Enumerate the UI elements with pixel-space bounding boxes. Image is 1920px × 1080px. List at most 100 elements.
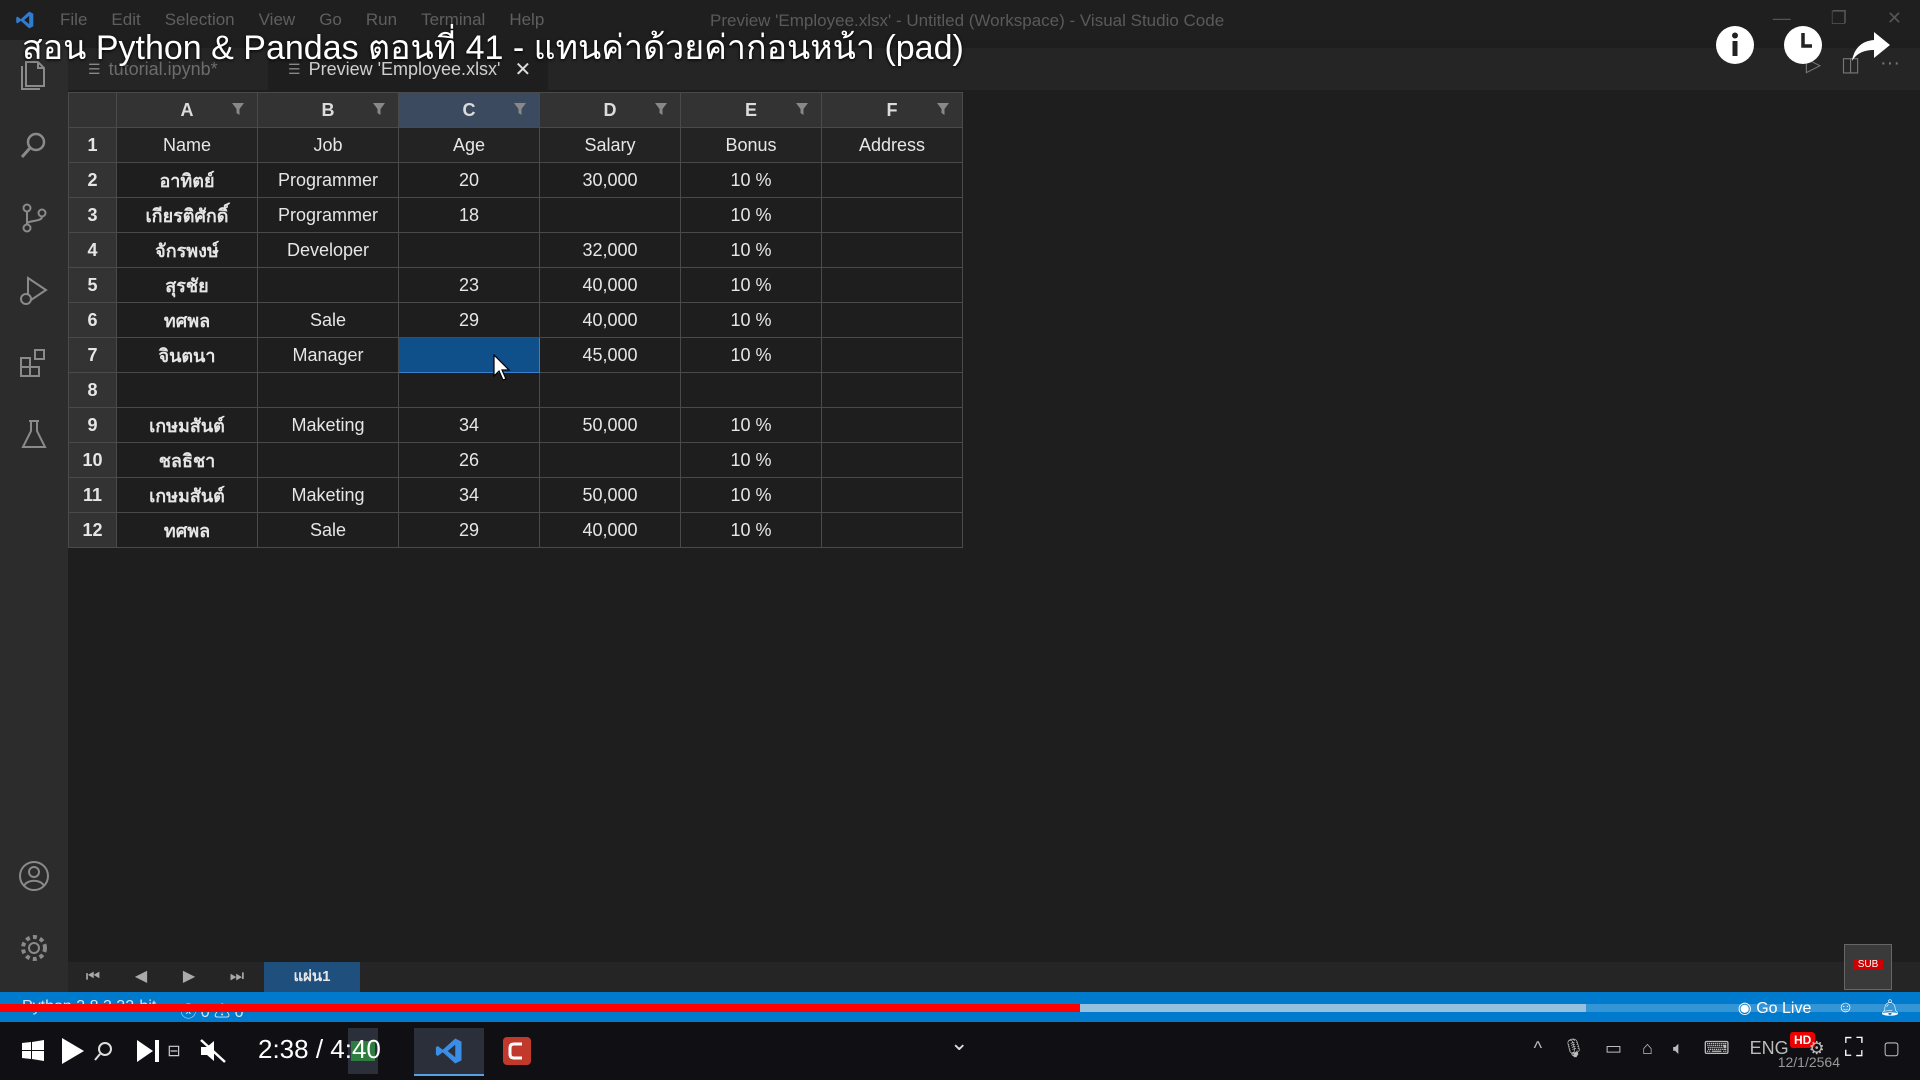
last-sheet-icon[interactable]: ⏭ <box>226 966 248 988</box>
cell-c1[interactable]: Age <box>398 127 540 163</box>
share-icon[interactable] <box>1850 24 1892 66</box>
windows-start-icon[interactable] <box>18 1032 48 1070</box>
cell-f11[interactable] <box>821 477 963 513</box>
next-video-icon[interactable] <box>134 1032 164 1070</box>
cell-e2[interactable]: 10 % <box>680 162 822 198</box>
cell-b3[interactable]: Programmer <box>257 197 399 233</box>
cell-e1[interactable]: Bonus <box>680 127 822 163</box>
row-header[interactable]: 1 <box>68 127 117 163</box>
cell-b12[interactable]: Sale <box>257 512 399 548</box>
row-header[interactable]: 12 <box>68 512 117 548</box>
chevron-down-icon[interactable]: ⌄ <box>950 1030 968 1056</box>
cell-a9[interactable]: เกษมสันต์ <box>116 407 258 443</box>
cell-c3[interactable]: 18 <box>398 197 540 233</box>
microphone-icon[interactable]: 🎙︎ <box>1562 1038 1585 1059</box>
filter-icon[interactable] <box>231 101 245 117</box>
extensions-icon[interactable] <box>16 344 52 380</box>
cell-b8[interactable] <box>257 372 399 408</box>
cell-d4[interactable]: 32,000 <box>539 232 681 268</box>
cell-c10[interactable]: 26 <box>398 442 540 478</box>
cell-a12[interactable]: ทศพล <box>116 512 258 548</box>
cell-a10[interactable]: ชลธิชา <box>116 442 258 478</box>
cell-f6[interactable] <box>821 302 963 338</box>
row-header[interactable]: 2 <box>68 162 117 198</box>
cell-d6[interactable]: 40,000 <box>539 302 681 338</box>
cell-d1[interactable]: Salary <box>539 127 681 163</box>
sheet-tab[interactable]: แผ่น1 <box>264 962 360 992</box>
cell-c11[interactable]: 34 <box>398 477 540 513</box>
run-debug-icon[interactable] <box>16 272 52 308</box>
cell-a3[interactable]: เกียรติศักดิ์ <box>116 197 258 233</box>
cell-e9[interactable]: 10 % <box>680 407 822 443</box>
filter-icon[interactable] <box>795 101 809 117</box>
row-header[interactable]: 10 <box>68 442 117 478</box>
cell-d2[interactable]: 30,000 <box>539 162 681 198</box>
cell-a7[interactable]: จินตนา <box>116 337 258 373</box>
cell-d5[interactable]: 40,000 <box>539 267 681 303</box>
column-header-b[interactable]: B <box>257 92 399 128</box>
cell-e12[interactable]: 10 % <box>680 512 822 548</box>
battery-icon[interactable]: ▭ <box>1605 1038 1622 1059</box>
cell-c5[interactable]: 23 <box>398 267 540 303</box>
first-sheet-icon[interactable]: ⏮ <box>82 966 104 988</box>
cell-b9[interactable]: Maketing <box>257 407 399 443</box>
cell-a8[interactable] <box>116 372 258 408</box>
cell-f8[interactable] <box>821 372 963 408</box>
volume-icon[interactable]: 🔈︎ <box>1673 1038 1684 1059</box>
cell-e11[interactable]: 10 % <box>680 477 822 513</box>
cell-a2[interactable]: อาทิตย์ <box>116 162 258 198</box>
cell-b2[interactable]: Programmer <box>257 162 399 198</box>
filter-icon[interactable] <box>654 101 668 117</box>
cell-e4[interactable]: 10 % <box>680 232 822 268</box>
next-sheet-icon[interactable]: ▶ <box>178 966 200 988</box>
prev-sheet-icon[interactable]: ◀ <box>130 966 152 988</box>
cell-b5[interactable] <box>257 267 399 303</box>
info-icon[interactable] <box>1714 24 1756 66</box>
cell-b7[interactable]: Manager <box>257 337 399 373</box>
row-header[interactable]: 5 <box>68 267 117 303</box>
cell-e5[interactable]: 10 % <box>680 267 822 303</box>
cell-c12[interactable]: 29 <box>398 512 540 548</box>
row-header[interactable]: 6 <box>68 302 117 338</box>
row-header[interactable]: 3 <box>68 197 117 233</box>
column-header-f[interactable]: F <box>821 92 963 128</box>
filter-icon[interactable] <box>513 101 527 117</box>
row-header[interactable]: 7 <box>68 337 117 373</box>
cell-f12[interactable] <box>821 512 963 548</box>
fullscreen-exit-icon[interactable]: ⛶ <box>1845 1032 1863 1064</box>
cell-b4[interactable]: Developer <box>257 232 399 268</box>
cell-a6[interactable]: ทศพล <box>116 302 258 338</box>
cell-d3[interactable] <box>539 197 681 233</box>
mute-icon[interactable] <box>198 1032 228 1070</box>
cell-a11[interactable]: เกษมสันต์ <box>116 477 258 513</box>
cell-f5[interactable] <box>821 267 963 303</box>
cell-f2[interactable] <box>821 162 963 198</box>
cell-e10[interactable]: 10 % <box>680 442 822 478</box>
subscribe-watermark[interactable]: SUB <box>1844 944 1892 990</box>
source-control-icon[interactable] <box>16 200 52 236</box>
row-header[interactable]: 9 <box>68 407 117 443</box>
cell-a5[interactable]: สุรชัย <box>116 267 258 303</box>
cell-c9[interactable]: 34 <box>398 407 540 443</box>
column-header-e[interactable]: E <box>680 92 822 128</box>
cell-a4[interactable]: จักรพงษ์ <box>116 232 258 268</box>
column-header-a[interactable]: A <box>116 92 258 128</box>
cell-d8[interactable] <box>539 372 681 408</box>
task-view-icon[interactable]: ⊟ <box>164 1032 184 1070</box>
search-icon[interactable] <box>16 128 52 164</box>
cell-a1[interactable]: Name <box>116 127 258 163</box>
column-header-d[interactable]: D <box>539 92 681 128</box>
cell-f10[interactable] <box>821 442 963 478</box>
cell-f1[interactable]: Address <box>821 127 963 163</box>
row-header[interactable]: 4 <box>68 232 117 268</box>
cell-f7[interactable] <box>821 337 963 373</box>
cell-e3[interactable]: 10 % <box>680 197 822 233</box>
video-title[interactable]: สอน Python & Pandas ตอนที่ 41 - แทนค่าด้… <box>22 20 964 74</box>
cell-b6[interactable]: Sale <box>257 302 399 338</box>
tray-expand-icon[interactable]: ^ <box>1534 1038 1542 1059</box>
filter-icon[interactable] <box>372 101 386 117</box>
cell-b1[interactable]: Job <box>257 127 399 163</box>
cell-c7[interactable] <box>398 337 540 373</box>
cell-e8[interactable] <box>680 372 822 408</box>
cell-f3[interactable] <box>821 197 963 233</box>
